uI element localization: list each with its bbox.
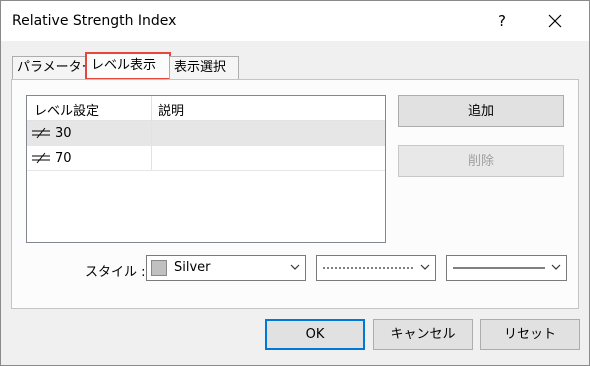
tab-label: パラメーター	[17, 60, 95, 75]
add-button[interactable]: 追加	[398, 95, 564, 127]
ok-button[interactable]: OK	[265, 319, 365, 350]
chevron-down-icon	[290, 264, 300, 270]
tab-display-selection[interactable]: 表示選択	[169, 56, 239, 79]
close-icon	[548, 14, 562, 28]
color-swatch	[151, 260, 167, 276]
column-header-level[interactable]: レベル設定	[34, 100, 99, 119]
level-value: 30	[55, 125, 72, 141]
dialog-window: Relative Strength Index ? パラメーター レベル表示 表…	[0, 0, 590, 366]
close-button[interactable]	[535, 7, 575, 35]
level-value-cell: 70	[31, 149, 72, 167]
tab-label: レベル表示	[91, 58, 157, 73]
color-select-value: Silver	[174, 260, 211, 275]
window-title: Relative Strength Index	[12, 13, 177, 29]
levels-list-header: レベル設定 説明	[27, 96, 385, 121]
line-style-select[interactable]	[316, 255, 436, 281]
help-button[interactable]: ?	[484, 7, 520, 35]
chevron-down-icon	[551, 264, 561, 270]
level-line-icon	[32, 127, 50, 139]
levels-list[interactable]: レベル設定 説明 30 70	[26, 95, 386, 243]
cancel-button[interactable]: キャンセル	[373, 319, 473, 350]
dotted-line-icon	[323, 267, 415, 269]
delete-button[interactable]: 削除	[398, 145, 564, 177]
tab-parameters[interactable]: パラメーター	[12, 56, 95, 79]
reset-button[interactable]: リセット	[480, 319, 580, 350]
tab-label: 表示選択	[174, 60, 227, 75]
level-row[interactable]: 30	[27, 121, 385, 146]
chevron-down-icon	[420, 264, 430, 270]
color-select[interactable]: Silver	[146, 255, 306, 281]
column-divider	[151, 96, 152, 120]
line-width-select[interactable]	[446, 255, 567, 281]
column-header-description[interactable]: 説明	[158, 100, 184, 119]
style-label: スタイル :	[85, 265, 146, 280]
column-divider	[151, 146, 152, 170]
level-value-cell: 30	[31, 124, 72, 142]
tab-levels[interactable]: レベル表示	[85, 52, 171, 80]
column-divider	[151, 121, 152, 145]
level-value: 70	[55, 150, 72, 166]
level-row[interactable]: 70	[27, 146, 385, 171]
solid-line-icon	[453, 267, 545, 269]
title-bar: Relative Strength Index ?	[1, 1, 589, 41]
level-line-icon	[32, 152, 50, 164]
